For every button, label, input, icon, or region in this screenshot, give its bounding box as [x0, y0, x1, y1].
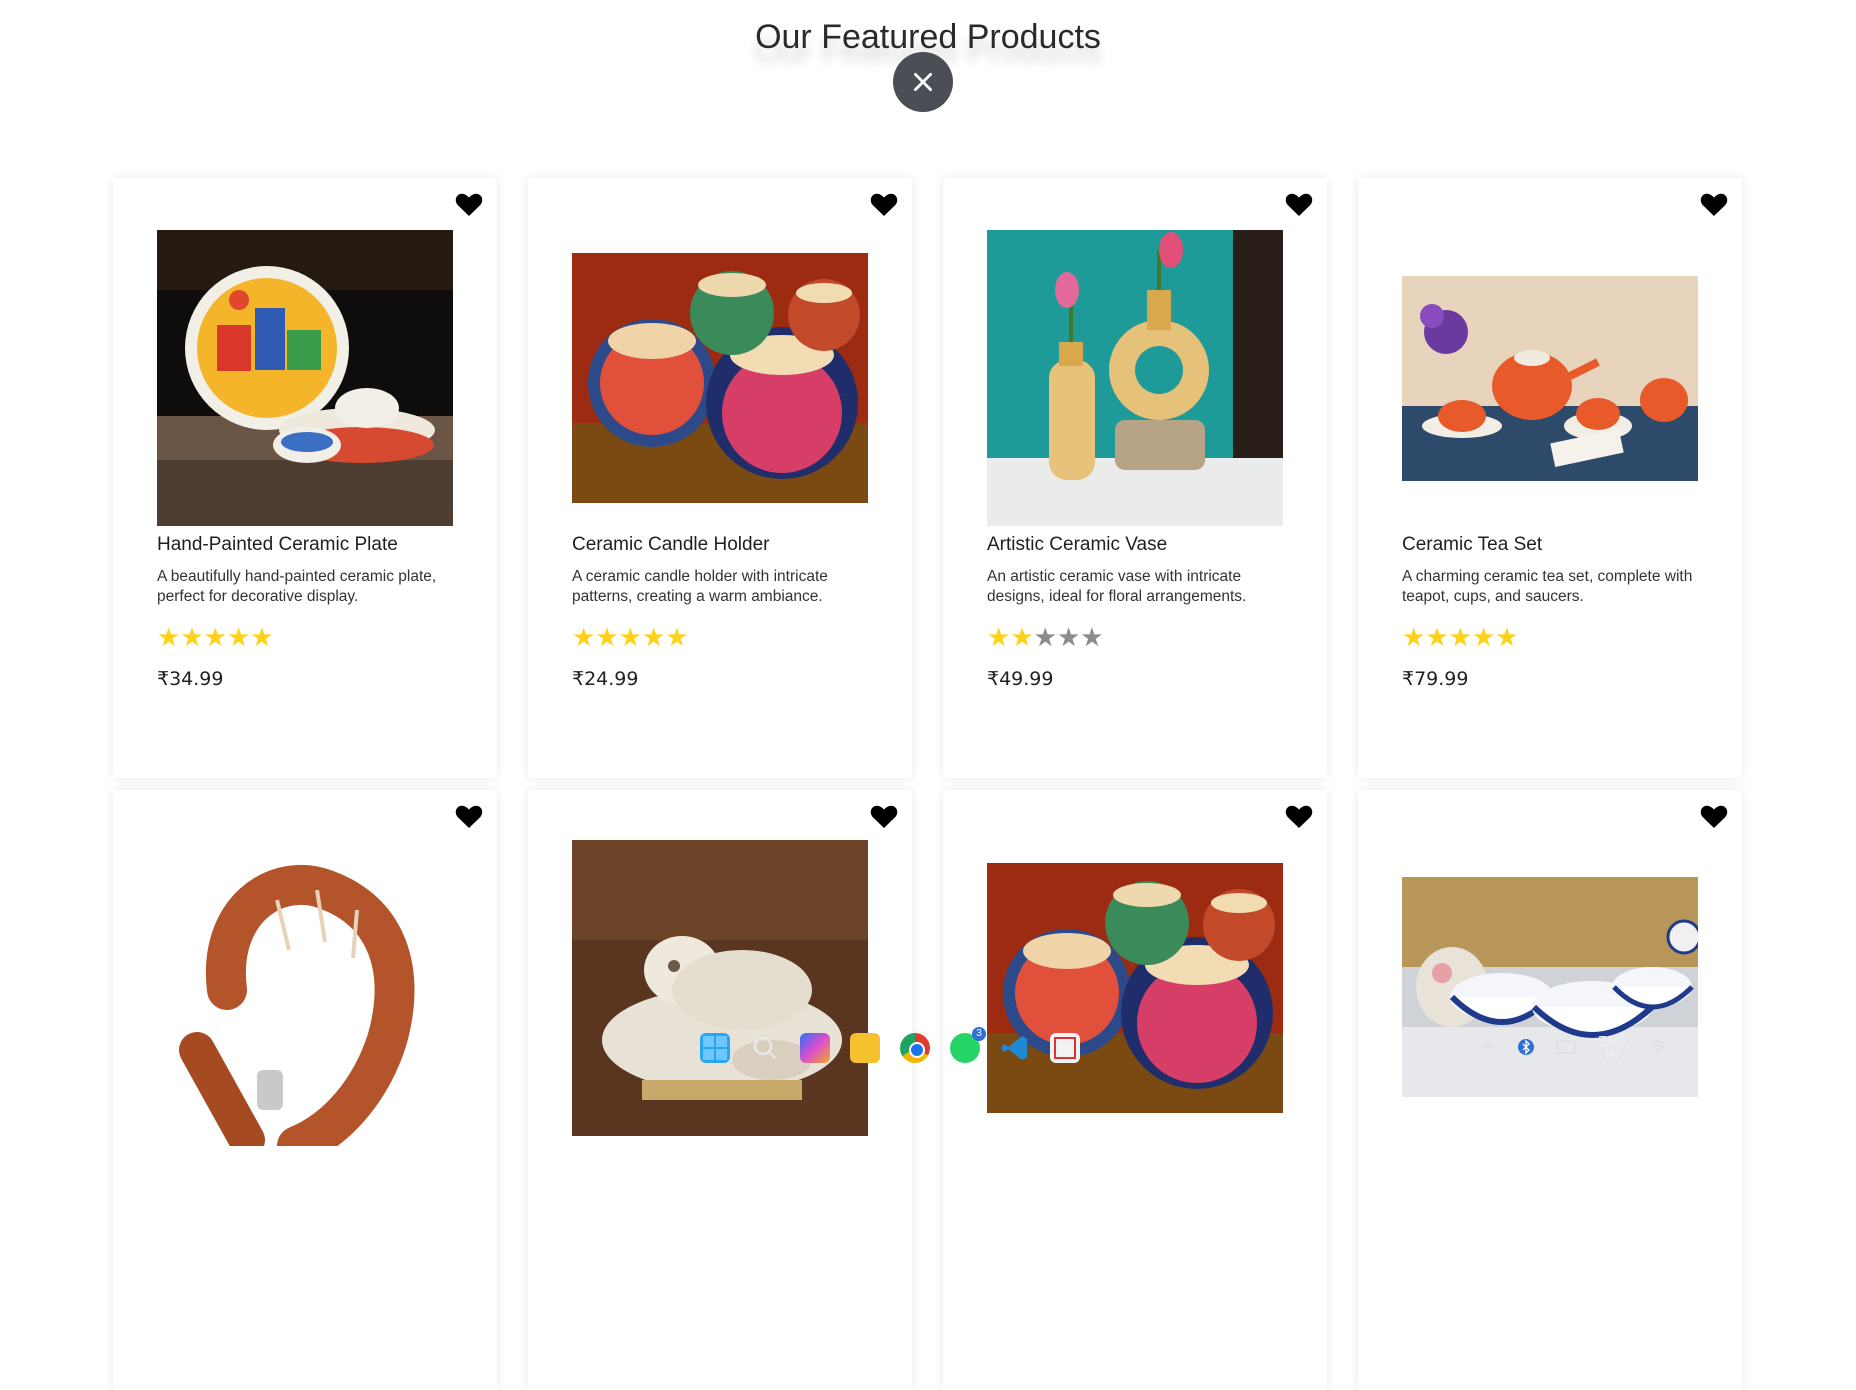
wishlist-heart-icon[interactable] [868, 188, 900, 220]
star-icon: ★ [1471, 623, 1496, 653]
chrome-icon[interactable] [900, 1032, 930, 1063]
product-name[interactable]: Hand-Painted Ceramic Plate [157, 534, 398, 556]
bluetooth-icon[interactable] [1518, 1038, 1534, 1059]
star-icon: ★ [180, 623, 204, 653]
star-icon: ★ [1010, 623, 1034, 653]
star-icon: ★ [1080, 623, 1104, 653]
product-card[interactable]: Ceramic Tea Set A charming ceramic tea s… [1358, 178, 1742, 778]
star-icon: ★ [1402, 623, 1426, 653]
wishlist-heart-icon[interactable] [1283, 800, 1315, 832]
lion-figurine-image[interactable] [572, 840, 868, 1136]
windows-start-icon[interactable] [700, 1032, 730, 1063]
wishlist-heart-icon[interactable] [1283, 188, 1315, 220]
wifi-icon[interactable] [1648, 1039, 1668, 1058]
page-title: Our Featured Products [755, 18, 1101, 56]
star-icon: ★ [595, 623, 619, 653]
star-icon: ★ [641, 623, 666, 653]
product-name[interactable]: Ceramic Candle Holder [572, 534, 769, 556]
star-icon: ★ [250, 623, 274, 653]
product-price: ₹79.99 [1402, 668, 1469, 690]
file-explorer-icon[interactable] [850, 1032, 880, 1063]
product-card[interactable] [943, 790, 1327, 1390]
whatsapp-icon[interactable]: 3 [950, 1026, 986, 1063]
wishlist-heart-icon[interactable] [1698, 188, 1730, 220]
star-icon: ★ [1033, 623, 1057, 653]
close-button[interactable] [893, 52, 953, 112]
star-icon: ★ [203, 623, 227, 653]
chevron-up-icon[interactable] [1480, 1039, 1496, 1058]
wishlist-heart-icon[interactable] [868, 800, 900, 832]
wishlist-heart-icon[interactable] [453, 800, 485, 832]
star-icon: ★ [1448, 623, 1472, 653]
search-icon[interactable] [750, 1033, 780, 1063]
product-rating: ★★★★★ [157, 624, 274, 652]
product-rating: ★★★★★ [987, 624, 1104, 652]
wishlist-heart-icon[interactable] [453, 188, 485, 220]
language-code: ENG [1598, 1033, 1627, 1048]
ceramic-plate-image[interactable] [157, 230, 453, 526]
snipping-tool-icon[interactable] [1050, 1032, 1080, 1063]
product-card[interactable] [1358, 790, 1742, 1390]
wishlist-heart-icon[interactable] [1698, 800, 1730, 832]
candle-holder-image[interactable] [987, 863, 1283, 1113]
product-name[interactable]: Ceramic Tea Set [1402, 534, 1542, 556]
star-icon: ★ [618, 623, 642, 653]
system-tray: ENG IN [1480, 1030, 1668, 1066]
product-card[interactable]: Artistic Ceramic Vase An artistic cerami… [943, 178, 1327, 778]
product-price: ₹24.99 [572, 668, 639, 690]
leather-strap-image[interactable] [157, 850, 453, 1146]
product-card[interactable] [528, 790, 912, 1390]
star-icon: ★ [665, 623, 689, 653]
star-icon: ★ [1056, 623, 1081, 653]
star-icon: ★ [226, 623, 251, 653]
product-description: A ceramic candle holder with intricate p… [572, 568, 828, 605]
tea-set-image[interactable] [1402, 230, 1698, 526]
vscode-icon[interactable] [1000, 1033, 1030, 1063]
star-icon: ★ [987, 623, 1011, 653]
product-description: A beautifully hand-painted ceramic plate… [157, 568, 437, 605]
star-icon: ★ [157, 623, 181, 653]
star-icon: ★ [1425, 623, 1449, 653]
close-icon [914, 73, 932, 91]
taskbar: 3 [700, 1026, 1460, 1067]
product-description: A charming ceramic tea set, complete wit… [1402, 568, 1693, 605]
copilot-icon[interactable] [800, 1032, 830, 1063]
product-description: An artistic ceramic vase with intricate … [987, 568, 1247, 605]
product-name[interactable]: Artistic Ceramic Vase [987, 534, 1167, 556]
product-price: ₹49.99 [987, 668, 1054, 690]
product-card[interactable]: Hand-Painted Ceramic Plate A beautifully… [113, 178, 497, 778]
notification-badge: 3 [972, 1026, 986, 1041]
ceramic-vase-image[interactable] [987, 230, 1283, 526]
region-code: IN [1605, 1047, 1619, 1062]
keyboard-icon[interactable] [1556, 1039, 1576, 1057]
star-icon: ★ [572, 623, 596, 653]
product-price: ₹34.99 [157, 668, 224, 690]
star-icon: ★ [1495, 623, 1519, 653]
product-rating: ★★★★★ [572, 624, 689, 652]
product-rating: ★★★★★ [1402, 624, 1519, 652]
ceramic-bowls-image[interactable] [1402, 877, 1698, 1173]
product-card[interactable] [113, 790, 497, 1390]
candle-holder-image[interactable] [572, 230, 868, 526]
input-language[interactable]: ENG IN [1598, 1034, 1626, 1062]
product-card[interactable]: Ceramic Candle Holder A ceramic candle h… [528, 178, 912, 778]
